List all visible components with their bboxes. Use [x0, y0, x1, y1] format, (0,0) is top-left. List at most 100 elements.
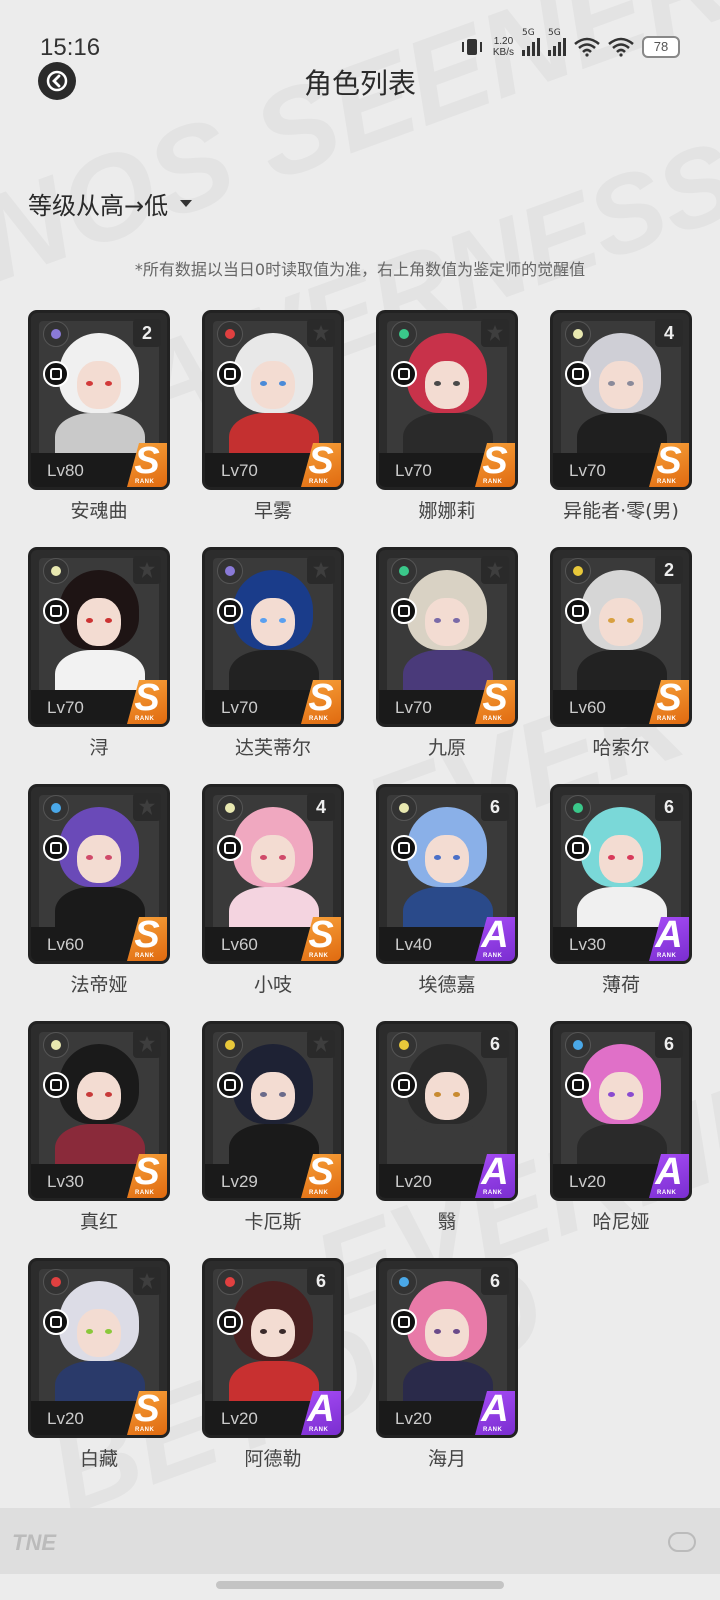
character-card[interactable]: 6 Lv20 A RANK [202, 1258, 344, 1438]
character-cell[interactable]: Lv70 S RANK 达芙蒂尔 [202, 547, 344, 760]
network-speed: 1.20 KB/s [492, 36, 514, 58]
water-element-icon [391, 1269, 417, 1295]
moon-element-icon [43, 321, 69, 347]
awaken-badge [133, 793, 161, 821]
character-card[interactable]: 6 Lv40 A RANK [376, 784, 518, 964]
awaken-badge: 6 [307, 1267, 335, 1295]
character-cell[interactable]: 6 Lv30 A RANK 薄荷 [550, 784, 692, 997]
awaken-badge [307, 319, 335, 347]
character-card[interactable]: 6 Lv20 A RANK [376, 1258, 518, 1438]
signal-bars-icon [522, 38, 540, 56]
character-card[interactable]: 2 Lv60 S RANK [550, 547, 692, 727]
awaken-badge: 6 [655, 1030, 683, 1058]
character-cell[interactable]: Lv20 S RANK 白藏 [28, 1258, 170, 1471]
rank-sublabel: RANK [483, 1427, 503, 1433]
rank-sublabel: RANK [657, 953, 677, 959]
character-cell[interactable]: 6 Lv20 A RANK 哈尼娅 [550, 1021, 692, 1234]
spiral-role-icon [391, 835, 417, 861]
awaken-badge [307, 1030, 335, 1058]
rank-letter: S [308, 440, 334, 482]
character-card[interactable]: 6 Lv30 A RANK [550, 784, 692, 964]
character-card[interactable]: 4 Lv60 S RANK [202, 784, 344, 964]
awaken-badge [133, 1030, 161, 1058]
character-name: 九原 [427, 737, 466, 759]
character-name: 哈索尔 [592, 737, 650, 759]
light-element-icon [43, 558, 69, 584]
water-element-icon [565, 1032, 591, 1058]
rank-sublabel: RANK [657, 1190, 677, 1196]
character-cell[interactable]: Lv70 S RANK 浔 [28, 547, 170, 760]
character-name: 安魂曲 [70, 500, 128, 522]
character-name: 海月 [427, 1448, 466, 1470]
character-cell[interactable]: 6 Lv40 A RANK 埃德嘉 [376, 784, 518, 997]
status-bar: 15:16 1.20 KB/s 5G 5G 78 [0, 28, 720, 66]
character-cell[interactable]: Lv70 S RANK 早雾 [202, 310, 344, 523]
awaken-badge: 4 [307, 793, 335, 821]
character-cell[interactable]: 2 Lv60 S RANK 哈索尔 [550, 547, 692, 760]
character-card[interactable]: 6 Lv20 A RANK [550, 1021, 692, 1201]
character-level: Lv70 [395, 461, 432, 480]
character-cell[interactable]: 6 Lv20 A RANK 海月 [376, 1258, 518, 1471]
character-name: 小吱 [253, 974, 292, 996]
gear-role-icon [43, 1072, 69, 1098]
character-cell[interactable]: Lv30 S RANK 真红 [28, 1021, 170, 1234]
data-note: *所有数据以当日0时读取值为准，右上角数值为鉴定师的觉醒值 [134, 260, 586, 279]
character-cell[interactable]: 4 Lv70 S RANK 异能者·零(男) [550, 310, 692, 523]
wind-element-icon [565, 795, 591, 821]
cube-role-icon [565, 361, 591, 387]
character-card[interactable]: Lv30 S RANK [28, 1021, 170, 1201]
sort-dropdown[interactable]: 等级从高→低 [28, 186, 193, 221]
home-indicator[interactable] [216, 1581, 504, 1589]
character-card[interactable]: 4 Lv70 S RANK [550, 310, 692, 490]
gear-role-icon [217, 1072, 243, 1098]
character-card[interactable]: 2 Lv80 S RANK [28, 310, 170, 490]
character-card[interactable]: Lv70 S RANK [202, 547, 344, 727]
character-name: 翳 [437, 1211, 457, 1233]
character-name: 异能者·零(男) [563, 500, 679, 522]
character-cell[interactable]: Lv29 S RANK 卡厄斯 [202, 1021, 344, 1234]
gear-role-icon [43, 835, 69, 861]
character-card[interactable]: Lv70 S RANK [28, 547, 170, 727]
character-card[interactable]: Lv20 S RANK [28, 1258, 170, 1438]
character-cell[interactable]: Lv70 S RANK 九原 [376, 547, 518, 760]
gear-role-icon [217, 1309, 243, 1335]
character-card[interactable]: Lv29 S RANK [202, 1021, 344, 1201]
bolt-role-icon [391, 1309, 417, 1335]
spiral-role-icon [43, 361, 69, 387]
vortex-role-icon [391, 1072, 417, 1098]
character-level: Lv70 [221, 461, 258, 480]
character-card[interactable]: Lv70 S RANK [376, 547, 518, 727]
character-cell[interactable]: 6 Lv20 A RANK 翳 [376, 1021, 518, 1234]
rank-letter: S [308, 1151, 334, 1193]
moon-element-icon [217, 558, 243, 584]
character-cell[interactable]: 6 Lv20 A RANK 阿德勒 [202, 1258, 344, 1471]
star-element-icon [391, 1032, 417, 1058]
character-cell[interactable]: 2 Lv80 S RANK 安魂曲 [28, 310, 170, 523]
character-level: Lv20 [395, 1172, 432, 1191]
character-grid: 2 Lv80 S RANK 安魂曲 Lv70 S RANK 早雾 Lv70 S RANK 娜娜莉 4 Lv7… [28, 310, 704, 1471]
character-cell[interactable]: 4 Lv60 S RANK 小吱 [202, 784, 344, 997]
character-card[interactable]: Lv70 S RANK [376, 310, 518, 490]
rank-letter: S [308, 914, 334, 956]
rank-sublabel: RANK [309, 1190, 329, 1196]
wind-element-icon [391, 321, 417, 347]
character-card[interactable]: Lv70 S RANK [202, 310, 344, 490]
character-cell[interactable]: Lv70 S RANK 娜娜莉 [376, 310, 518, 523]
rank-sublabel: RANK [657, 716, 677, 722]
awaken-badge: 6 [481, 1030, 509, 1058]
character-card[interactable]: 6 Lv20 A RANK [376, 1021, 518, 1201]
vortex-role-icon [217, 361, 243, 387]
rank-sublabel: RANK [135, 1427, 155, 1433]
rank-letter: S [134, 677, 160, 719]
spiral-role-icon [565, 835, 591, 861]
character-cell[interactable]: Lv60 S RANK 法帝娅 [28, 784, 170, 997]
character-name: 白藏 [79, 1448, 118, 1470]
footer-loop-icon [668, 1532, 696, 1552]
character-name: 卡厄斯 [244, 1211, 302, 1233]
bolt-role-icon [391, 361, 417, 387]
character-card[interactable]: Lv60 S RANK [28, 784, 170, 964]
character-level: Lv30 [569, 935, 606, 954]
character-level: Lv70 [47, 698, 84, 717]
character-name: 达芙蒂尔 [234, 737, 311, 759]
awaken-badge [133, 1267, 161, 1295]
